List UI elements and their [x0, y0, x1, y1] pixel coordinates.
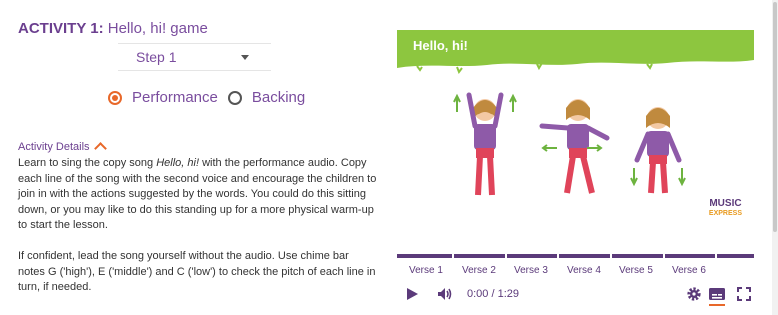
page-scrollbar[interactable] [772, 0, 778, 315]
details-paragraph-2: If confident, lead the song yourself wit… [18, 249, 376, 294]
details-paragraph-1: Learn to sing the copy song Hello, hi! w… [18, 156, 378, 234]
subtitles-icon[interactable] [709, 287, 725, 301]
chevron-up-icon[interactable] [93, 142, 107, 155]
details-text-part: Learn to sing the copy song [18, 157, 157, 169]
step-select[interactable]: Step 1 [118, 43, 271, 71]
video-frame-art [397, 30, 754, 196]
music-express-logo: MUSIC EXPRESS [709, 199, 742, 219]
verse-link-2[interactable]: Verse 2 [462, 265, 496, 276]
activity-details-toggle[interactable]: Activity Details [18, 140, 107, 155]
radio-backing-label: Backing [251, 89, 306, 106]
girl-arms-up-illustration [453, 92, 517, 196]
radio-performance[interactable]: Performance [108, 89, 218, 106]
logo-line-2: EXPRESS [708, 210, 742, 217]
video-progress-bar[interactable] [397, 254, 754, 258]
video-player[interactable]: Hello, hi! MUSIC EXPRESS [397, 30, 754, 252]
radio-performance-label: Performance [132, 89, 218, 106]
activity-details-heading: Activity Details [18, 140, 90, 153]
verse-link-3[interactable]: Verse 3 [514, 265, 548, 276]
girl-arms-out-illustration [539, 99, 610, 194]
radio-backing[interactable]: Backing [227, 89, 306, 106]
logo-line-1: MUSIC [709, 198, 742, 209]
play-icon[interactable] [405, 287, 419, 301]
settings-icon[interactable] [686, 286, 702, 302]
radio-performance-indicator[interactable] [108, 90, 122, 105]
activity-details-body: Learn to sing the copy song Hello, hi! w… [18, 156, 378, 311]
volume-icon[interactable] [437, 287, 453, 301]
chapter-marker [715, 254, 717, 258]
activity-name: Hello, hi! game [103, 20, 208, 37]
subtitles-active-indicator [709, 304, 725, 306]
time-display: 0:00 / 1:29 [467, 288, 519, 300]
fullscreen-icon[interactable] [737, 287, 751, 301]
chapter-marker [557, 254, 559, 258]
verse-link-4[interactable]: Verse 4 [567, 265, 601, 276]
activity-label: ACTIVITY 1: [18, 20, 104, 37]
chapter-marker [505, 254, 507, 258]
girl-arms-down-illustration [630, 107, 686, 194]
song-title: Hello, hi! [156, 157, 200, 169]
chapter-marker [610, 254, 612, 258]
verse-link-6[interactable]: Verse 6 [672, 265, 706, 276]
verse-link-1[interactable]: Verse 1 [409, 265, 443, 276]
audio-mode-radio-group: Performance Backing [108, 89, 315, 106]
verse-link-5[interactable]: Verse 5 [619, 265, 653, 276]
chapter-marker [663, 254, 665, 258]
video-controls: 0:00 / 1:29 [397, 285, 754, 306]
radio-backing-indicator[interactable] [227, 90, 242, 105]
scrollbar-thumb[interactable] [773, 2, 777, 232]
chapter-marker [452, 254, 454, 258]
activity-title: ACTIVITY 1: Hello, hi! game [18, 20, 208, 37]
dropdown-caret-icon [241, 55, 249, 60]
video-title: Hello, hi! [413, 38, 468, 53]
step-select-value: Step 1 [136, 49, 177, 65]
